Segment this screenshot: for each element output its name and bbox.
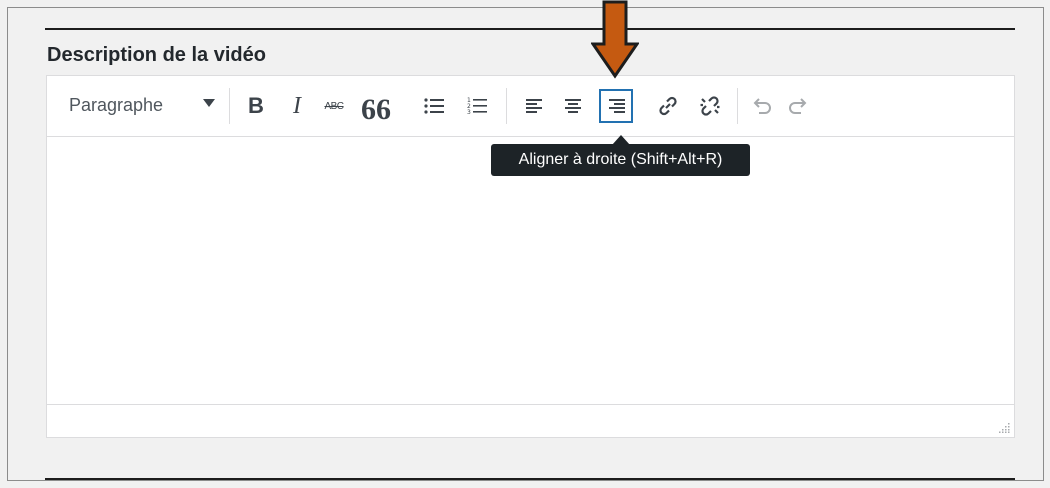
align-right-icon [609,99,625,113]
italic-icon: I [293,92,301,119]
undo-button[interactable] [744,89,778,123]
numbered-list-icon: 1 2 3 [467,97,487,116]
rich-text-editor: Paragraphe B I ABC 66 1 2 3 [46,75,1015,438]
align-right-button[interactable] [599,89,633,123]
undo-icon [753,98,771,114]
svg-text:3: 3 [467,109,471,116]
link-icon [659,96,677,116]
tooltip: Aligner à droite (Shift+Alt+R) [491,144,750,176]
editor-content-area[interactable] [47,137,1014,405]
strikethrough-button[interactable]: ABC [317,89,351,123]
blockquote-button[interactable]: 66 [359,89,393,126]
bold-button[interactable]: B [239,89,273,123]
numbered-list-button[interactable]: 1 2 3 [460,89,494,123]
redo-icon [789,98,807,114]
resize-grip-icon[interactable] [998,421,1010,433]
italic-button[interactable]: I [280,89,314,123]
toolbar-separator [506,88,507,124]
quote-icon: 66 [361,93,391,126]
insert-link-button[interactable] [651,89,685,123]
editor-toolbar: Paragraphe B I ABC 66 1 2 3 [47,76,1014,137]
toolbar-separator [229,88,230,124]
redo-button[interactable] [782,89,816,123]
dropdown-caret-icon[interactable] [203,99,215,107]
bullet-list-icon [424,98,444,114]
align-left-button[interactable] [518,89,552,123]
field-title: Description de la vidéo [47,44,266,66]
unlink-icon [700,96,720,116]
remove-link-button[interactable] [693,89,727,123]
strikethrough-icon: ABC [324,100,344,112]
align-left-icon [526,99,542,113]
format-select-label[interactable]: Paragraphe [69,95,163,116]
bold-icon: B [248,93,264,118]
bottom-divider [45,478,1015,480]
align-center-button[interactable] [556,89,590,123]
editor-statusbar [47,404,1014,437]
bullet-list-button[interactable] [417,89,451,123]
align-center-icon [565,99,581,113]
top-divider [45,28,1015,30]
toolbar-separator [737,88,738,124]
annotation-arrow-icon [591,0,639,79]
